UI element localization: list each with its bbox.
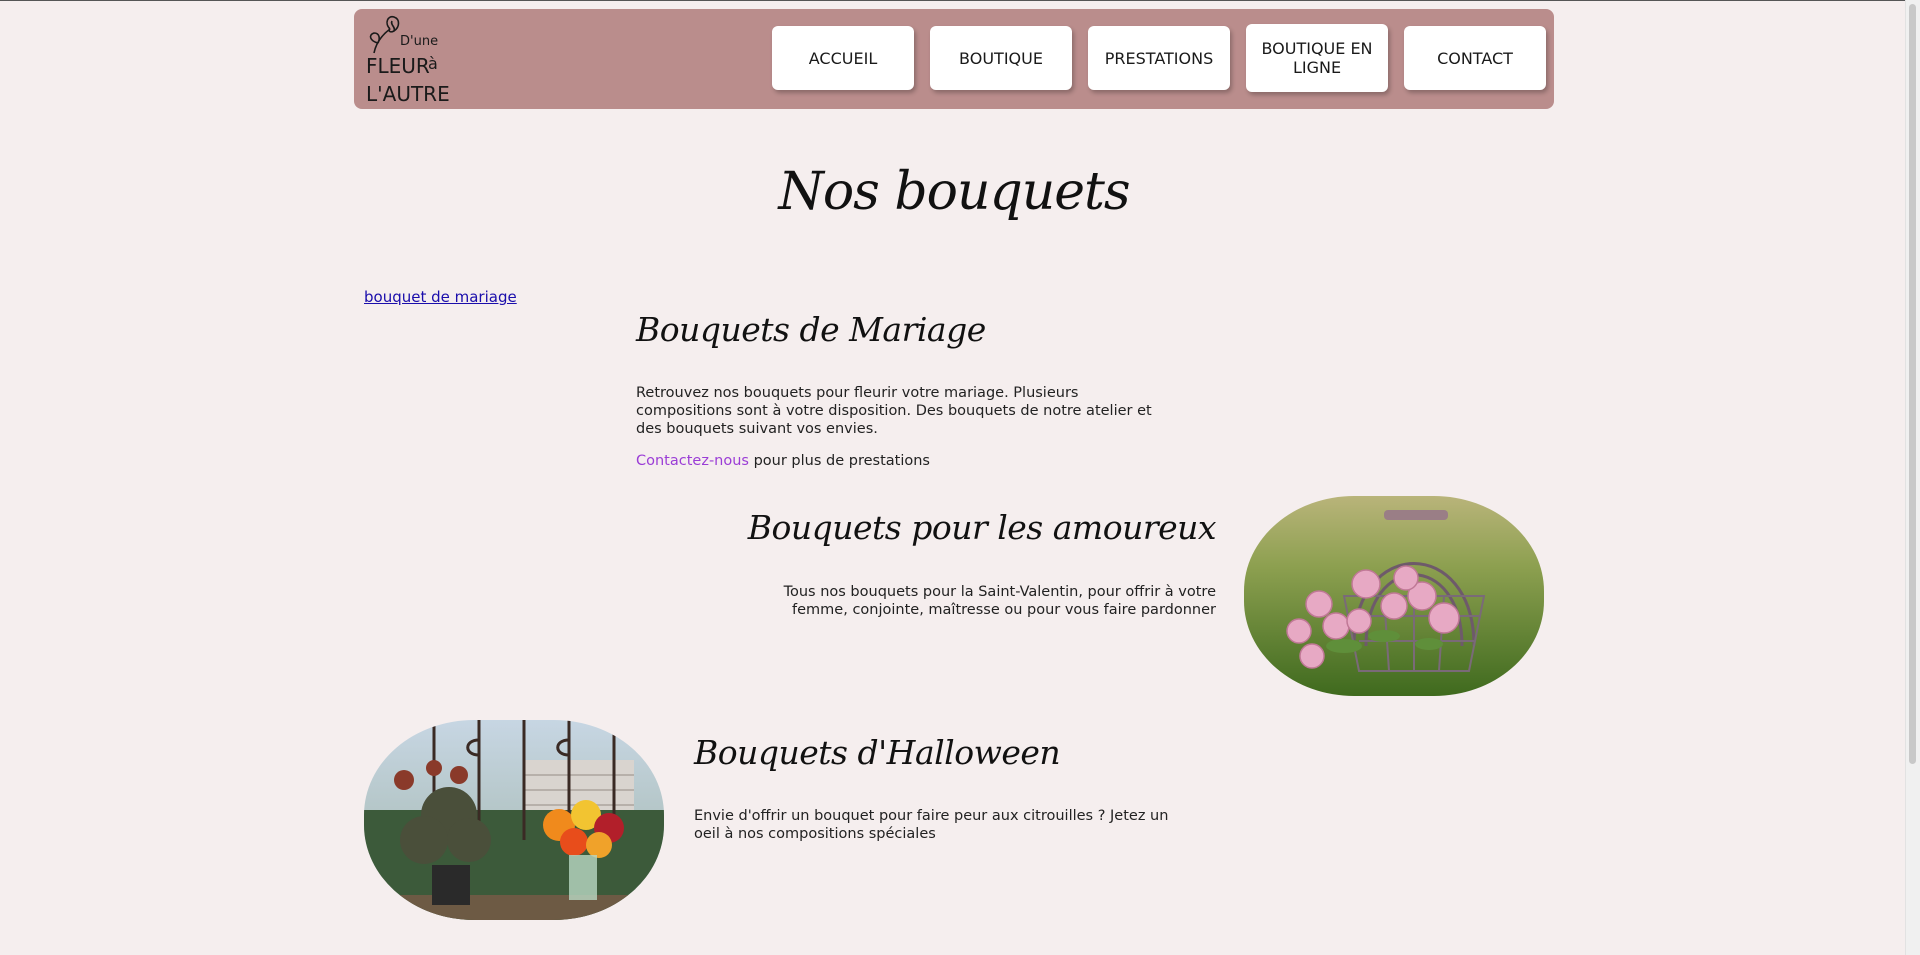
nav-boutique-button[interactable]: BOUTIQUE: [930, 26, 1072, 90]
section-mariage-text: Retrouvez nos bouquets pour fleurir votr…: [636, 385, 1152, 437]
scrollbar-thumb[interactable]: [1909, 4, 1916, 764]
contactez-nous-link[interactable]: Contactez-nous: [636, 453, 749, 469]
bouquet-de-mariage-link[interactable]: bouquet de mariage: [364, 288, 517, 306]
rose-basket-photo: [1244, 496, 1544, 696]
section-halloween-text: Envie d'offrir un bouquet pour faire peu…: [694, 808, 1169, 842]
svg-text:L'AUTRE: L'AUTRE: [366, 82, 450, 106]
nav-prestations-button[interactable]: PRESTATIONS: [1088, 26, 1230, 90]
contact-suffix-text: pour plus de prestations: [748, 453, 930, 469]
nav-boutique-en-ligne-label: BOUTIQUE EN LIGNE: [1261, 39, 1373, 77]
svg-text:D'une: D'une: [400, 34, 438, 49]
contact-line: Contactez-nous pour plus de prestations: [636, 453, 930, 469]
section-amoureux-text: Tous nos bouquets pour la Saint-Valentin…: [783, 584, 1216, 618]
nav-boutique-en-ligne-button[interactable]: BOUTIQUE EN LIGNE: [1246, 24, 1388, 92]
section-mariage-heading: Bouquets de Mariage: [636, 310, 986, 349]
page-title: Nos bouquets: [778, 162, 1130, 222]
site-header: D'une FLEUR à L'AUTRE ACCUEIL BOUTIQUE P…: [354, 9, 1554, 109]
nav-contact-label: CONTACT: [1437, 48, 1513, 68]
site-logo[interactable]: D'une FLEUR à L'AUTRE: [360, 9, 450, 109]
nav-boutique-label: BOUTIQUE: [959, 48, 1043, 68]
flower-logo-icon: D'une FLEUR à L'AUTRE: [366, 15, 450, 106]
nav-prestations-label: PRESTATIONS: [1104, 48, 1214, 68]
svg-text:à: à: [428, 54, 438, 73]
window-top-border: [0, 0, 1920, 1]
vertical-scrollbar[interactable]: [1905, 0, 1920, 955]
section-halloween-heading: Bouquets d'Halloween: [694, 733, 1061, 772]
halloween-bouquet-photo: [364, 720, 664, 920]
nav-contact-button[interactable]: CONTACT: [1404, 26, 1546, 90]
nav-accueil-label: ACCUEIL: [808, 48, 878, 68]
section-amoureux-heading: Bouquets pour les amoureux: [747, 508, 1217, 547]
svg-text:FLEUR: FLEUR: [366, 54, 430, 78]
nav-accueil-button[interactable]: ACCUEIL: [772, 26, 914, 90]
